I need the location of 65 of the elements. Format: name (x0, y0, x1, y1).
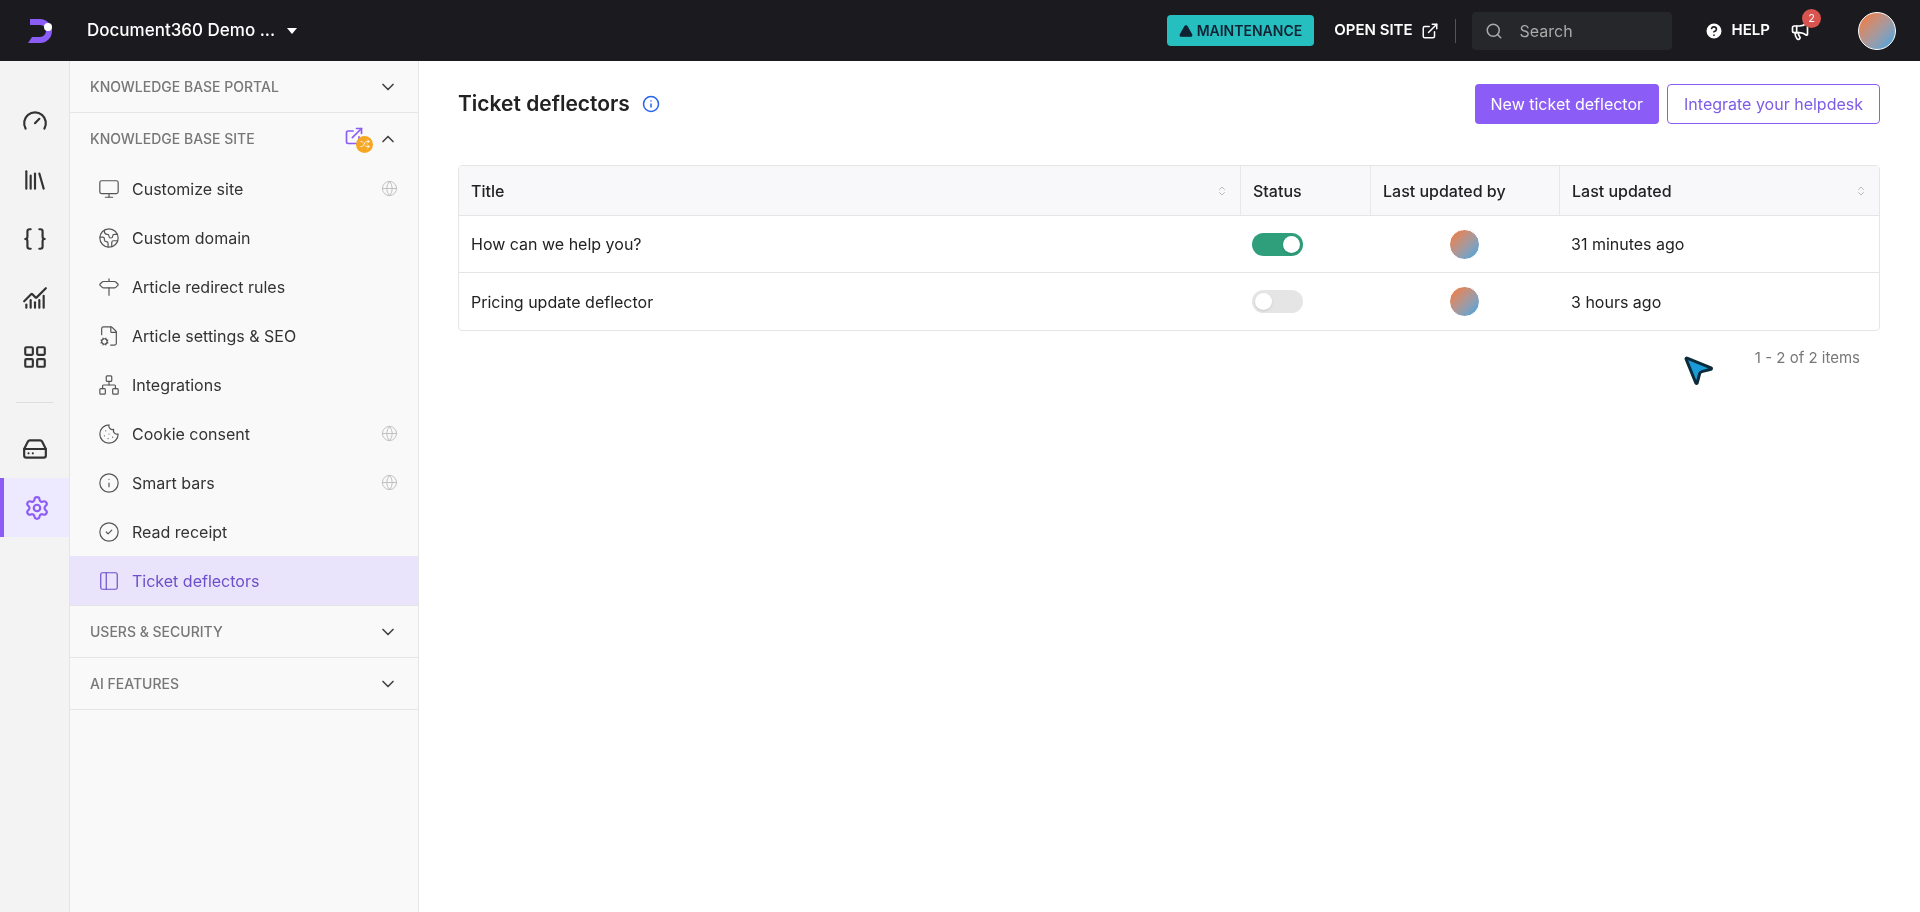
status-toggle[interactable] (1252, 290, 1303, 313)
item-label: Custom domain (132, 226, 252, 250)
document-icon (98, 324, 120, 347)
settings-icon (23, 494, 50, 521)
chart-icon (21, 284, 48, 311)
column-header[interactable]: Last updated (1559, 166, 1879, 215)
item-label: Read receipt (132, 520, 229, 544)
column-header[interactable]: Last updated by (1370, 166, 1559, 215)
pagination-info: 1 - 2 of 2 items (1754, 347, 1860, 369)
warning-icon (1178, 23, 1193, 38)
sidebar-item[interactable]: Smart bars (70, 458, 418, 507)
avatar (1858, 11, 1896, 50)
sidebar-item[interactable]: Article settings & SEO (70, 311, 418, 360)
item-label: Customize site (132, 177, 245, 201)
notification-badge: 2 (1802, 8, 1821, 28)
new-deflector-button[interactable]: New ticket deflector (1474, 84, 1660, 124)
table-cell-text: 31 minutes ago (1570, 233, 1686, 256)
info-icon (98, 471, 120, 494)
sidebar-item[interactable]: Ticket deflectors (70, 556, 418, 605)
section-heading[interactable]: KNOWLEDGE BASE SITE (90, 128, 344, 149)
section-heading[interactable]: AI FEATURES (90, 673, 378, 694)
item-label: Cookie consent (132, 422, 251, 446)
monitor-icon (98, 177, 120, 200)
check-circle-icon (98, 520, 120, 543)
search-field[interactable]: Search (1471, 11, 1672, 50)
globe-icon (98, 226, 120, 249)
cookie-icon (98, 422, 120, 445)
maintenance-badge: MAINTENANCE (1166, 15, 1315, 46)
table-cell-text: How can we help you? (470, 233, 643, 256)
network-icon (98, 373, 120, 396)
item-label: Smart bars (132, 471, 216, 495)
sidebar-item[interactable]: Article redirect rules (70, 262, 418, 311)
status-toggle[interactable] (1252, 232, 1303, 256)
column-header[interactable]: Status (1240, 166, 1370, 215)
signpost-icon (98, 275, 120, 298)
item-label: Integrations (132, 373, 223, 397)
avatar (1449, 286, 1480, 317)
page-title: Ticket deflectors (458, 90, 630, 119)
column-header[interactable]: Title (459, 166, 1240, 215)
search-icon (1484, 21, 1503, 40)
open-site-link[interactable]: OPEN SITE (1334, 19, 1439, 42)
external-link-icon (1420, 21, 1439, 40)
section-heading[interactable]: KNOWLEDGE BASE PORTAL (90, 76, 378, 97)
sidebar-item[interactable]: Integrations (70, 360, 418, 409)
sidebar-item[interactable]: Customize site (70, 164, 418, 213)
info-icon[interactable] (641, 95, 660, 113)
item-label: Ticket deflectors (132, 569, 261, 593)
help-button[interactable]: HELP (1703, 19, 1770, 42)
integrate-helpdesk-button[interactable]: Integrate your helpdesk (1667, 84, 1880, 124)
avatar (1449, 228, 1480, 260)
help-icon (1703, 20, 1724, 41)
open-shuffle-icon[interactable] (344, 125, 370, 152)
panel-icon (98, 569, 120, 592)
item-label: Article settings & SEO (132, 324, 298, 348)
sidebar-item[interactable]: Cookie consent (70, 409, 418, 458)
sidebar-item[interactable]: Read receipt (70, 507, 418, 556)
table-cell-text: Pricing update deflector (470, 290, 655, 314)
caret-icon (287, 27, 298, 34)
table-cell-text: 3 hours ago (1570, 290, 1663, 314)
braces-icon (21, 225, 48, 252)
section-heading[interactable]: USERS & SECURITY (90, 621, 378, 642)
item-label: Article redirect rules (132, 275, 287, 299)
grid-icon (21, 343, 48, 370)
project-dropdown[interactable]: Document360 Demo ... (87, 17, 298, 44)
sidebar-item[interactable]: Custom domain (70, 213, 418, 262)
